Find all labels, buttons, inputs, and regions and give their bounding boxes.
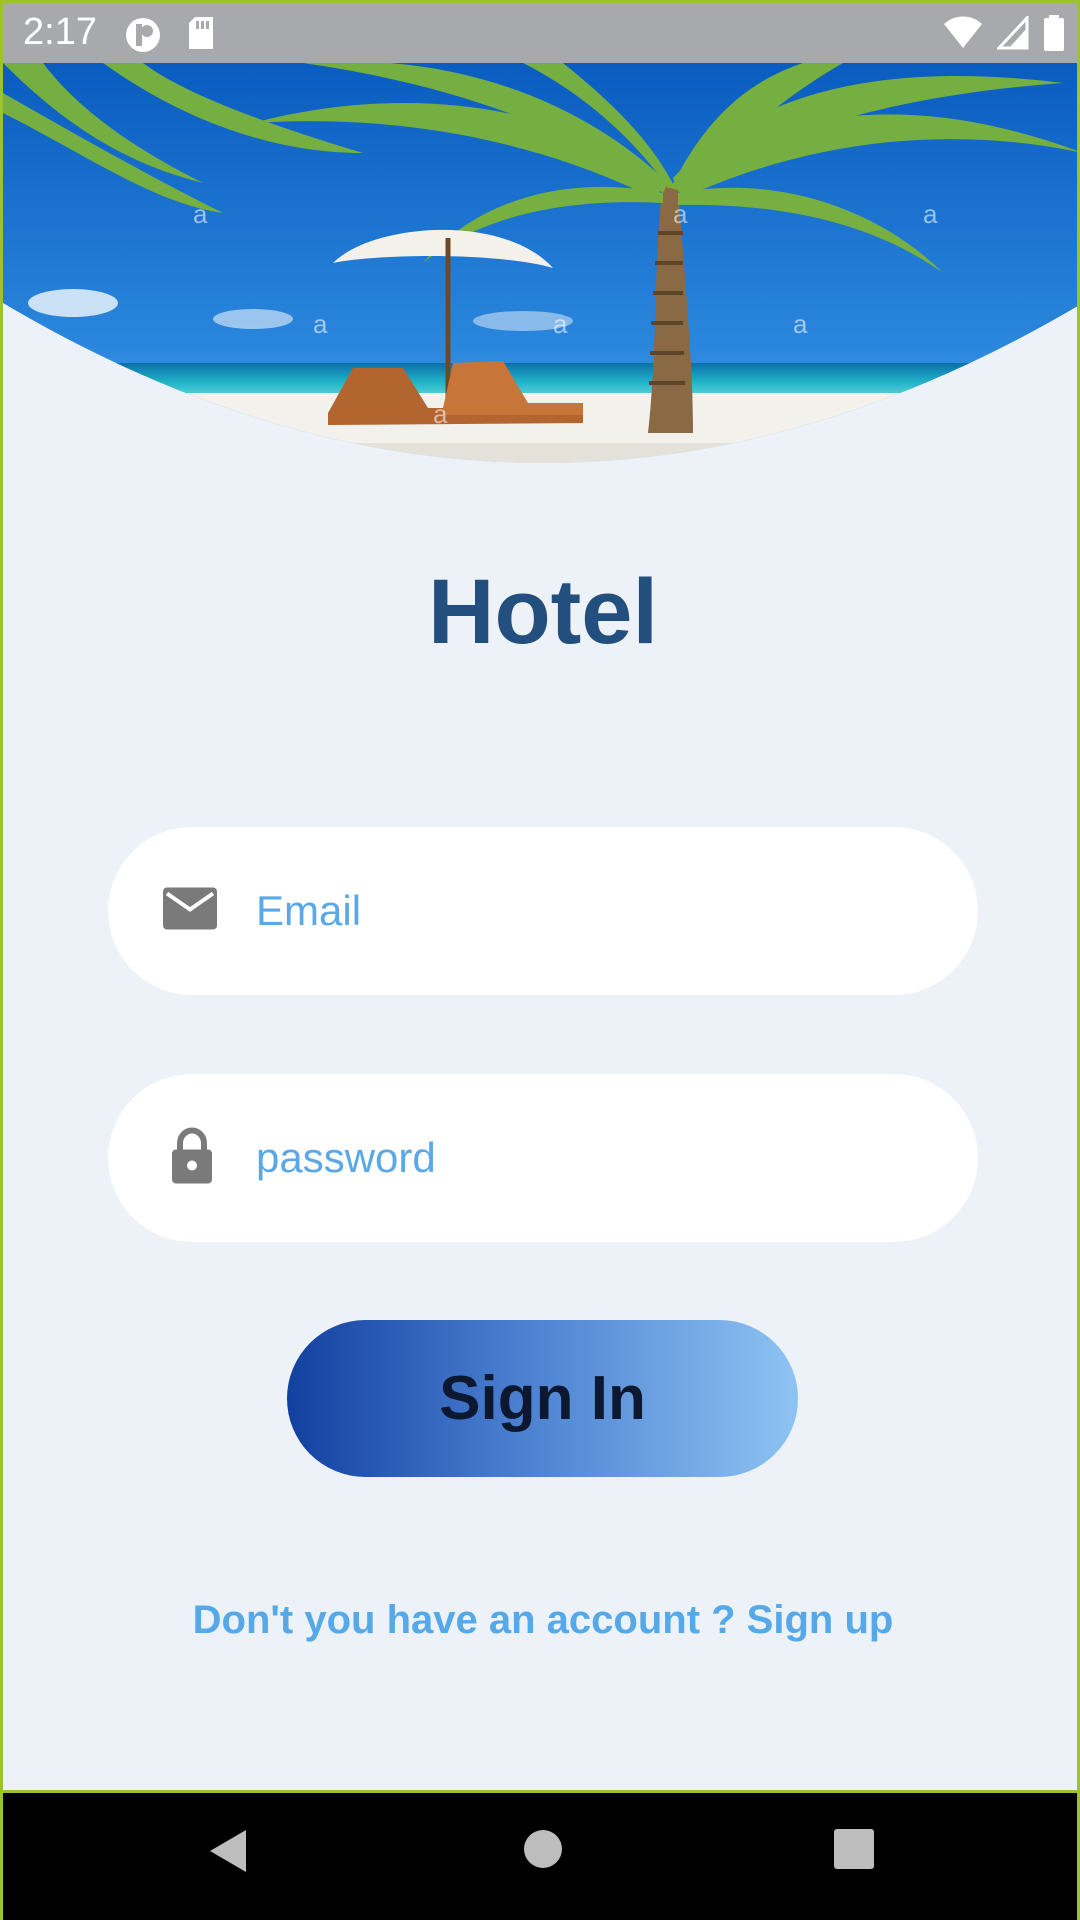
signal-icon <box>995 14 1029 55</box>
app-title: Hotel <box>428 561 658 663</box>
svg-text:a: a <box>553 309 568 339</box>
svg-text:a: a <box>313 309 328 339</box>
svg-text:a: a <box>793 309 808 339</box>
sign-up-link[interactable]: Don't you have an account ? Sign up <box>3 1598 1077 1643</box>
battery-icon <box>1043 15 1065 56</box>
lock-icon <box>170 1127 214 1189</box>
sd-card-icon <box>186 15 216 56</box>
status-bar: 2:17 <box>3 0 1077 63</box>
email-field[interactable] <box>108 827 978 1009</box>
password-input[interactable] <box>256 1074 936 1256</box>
svg-text:a: a <box>923 199 938 229</box>
login-screen: 2:17 a a a a a a a Hotel Email Sign In D… <box>0 0 1080 1920</box>
email-input[interactable] <box>256 827 936 1009</box>
back-icon[interactable] <box>206 1826 250 1881</box>
hero-beach-image: a a a a a a a <box>3 63 1077 463</box>
svg-text:a: a <box>193 199 208 229</box>
status-time: 2:17 <box>23 11 97 53</box>
navigation-bar <box>3 1793 1077 1920</box>
mail-icon <box>163 887 217 935</box>
password-field[interactable] <box>108 1074 978 1256</box>
svg-text:a: a <box>433 399 448 429</box>
app-notification-icon <box>123 15 163 60</box>
sign-in-button[interactable]: Sign In <box>287 1320 798 1477</box>
svg-text:a: a <box>673 199 688 229</box>
wifi-icon <box>943 16 983 55</box>
recents-icon[interactable] <box>834 1829 874 1874</box>
home-icon[interactable] <box>522 1828 564 1875</box>
